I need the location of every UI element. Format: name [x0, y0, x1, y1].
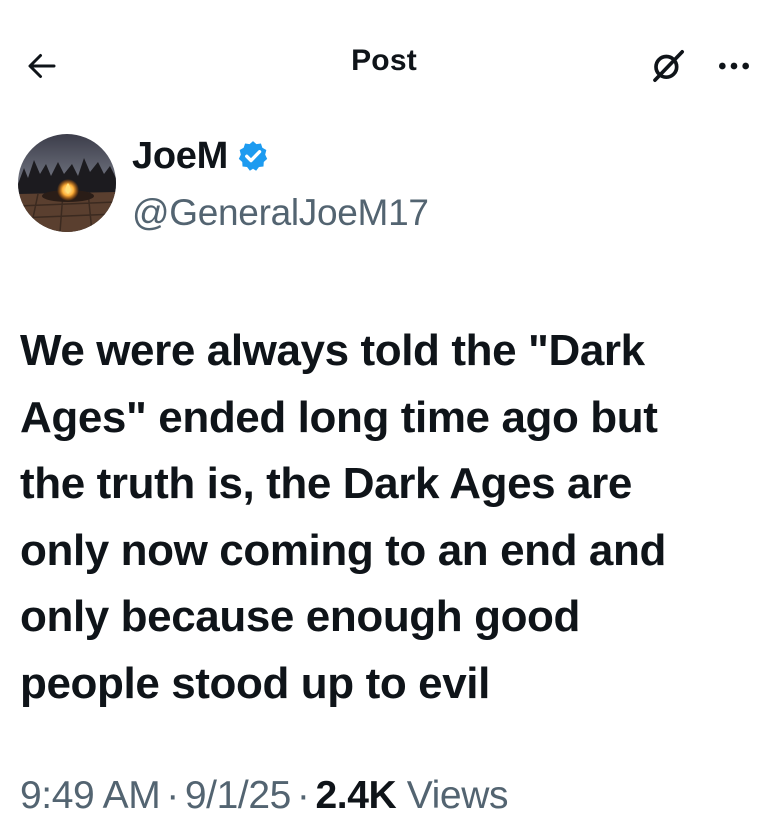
display-name-row: JoeM — [132, 134, 429, 178]
views-label: Views — [406, 774, 509, 817]
avatar[interactable] — [18, 134, 116, 232]
author-names: JoeM @GeneralJoeM17 — [132, 134, 429, 234]
top-bar: Post — [0, 0, 768, 128]
grok-icon — [653, 50, 684, 82]
grok-button[interactable] — [644, 42, 692, 90]
verified-badge-icon — [236, 139, 270, 173]
post-meta: 9:49 AM · 9/1/25 · 2.4K Views — [20, 770, 508, 822]
display-name[interactable]: JoeM — [132, 135, 228, 178]
user-handle[interactable]: @GeneralJoeM17 — [132, 192, 429, 234]
author-row: JoeM @GeneralJoeM17 — [18, 134, 758, 234]
post-date[interactable]: 9/1/25 — [185, 774, 291, 817]
meta-separator: · — [296, 774, 310, 817]
meta-separator: · — [166, 774, 179, 817]
post-time[interactable]: 9:49 AM — [20, 774, 161, 817]
more-horizontal-icon — [719, 62, 749, 70]
views-count[interactable]: 2.4K — [316, 774, 397, 817]
avatar-photo — [18, 134, 116, 232]
post-text: We were always told the "Dark Ages" ende… — [20, 326, 666, 708]
more-options-button[interactable] — [708, 42, 760, 90]
